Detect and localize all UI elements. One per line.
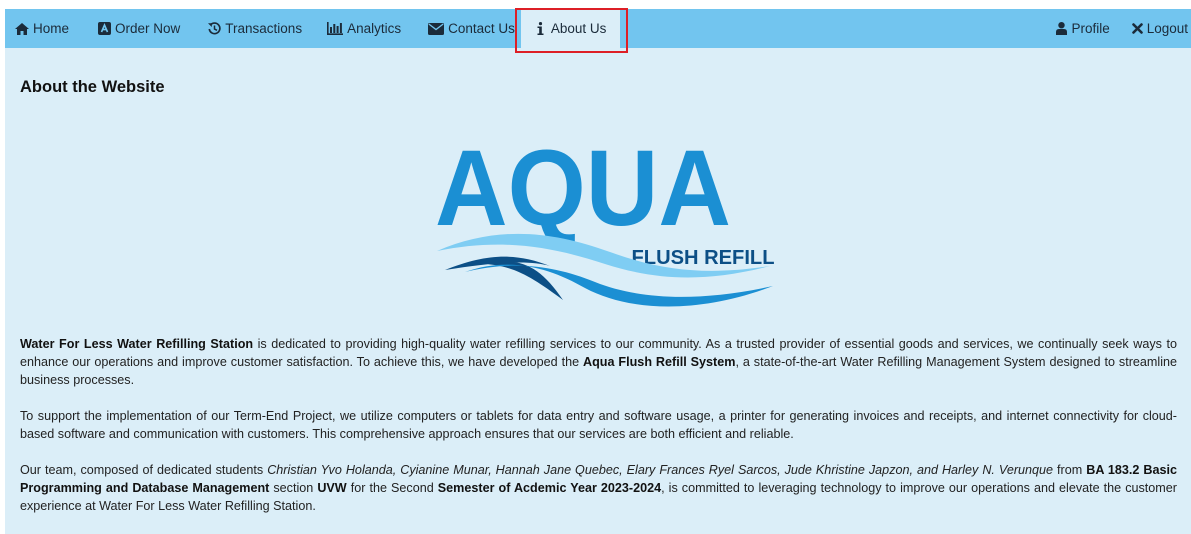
home-icon <box>15 22 29 35</box>
implementation-text: To support the implementation of our Ter… <box>20 409 1177 441</box>
nav-home-label: Home <box>33 21 70 36</box>
nav-transactions-label: Transactions <box>225 21 303 36</box>
nav-logout-label: Logout <box>1146 21 1188 36</box>
app-frame: Home Order Now Transactions Analytics Co… <box>5 8 1191 534</box>
nav-about-us-label: About Us <box>550 21 607 36</box>
nav-order-now-label: Order Now <box>115 21 181 36</box>
order-icon <box>98 22 112 35</box>
nav-contact-us[interactable]: Contact Us <box>428 9 515 48</box>
semester-name: Semester of Acdemic Year 2023-2024 <box>437 481 662 495</box>
nav-about-us[interactable]: About Us <box>520 9 621 48</box>
nav-profile[interactable]: Profile <box>1056 9 1110 48</box>
history-icon <box>208 22 221 35</box>
team-text-4: for the Second <box>346 481 438 495</box>
nav-right-group: Profile Logout <box>1056 9 1191 48</box>
nav-profile-label: Profile <box>1071 21 1110 36</box>
logo-wave-dark <box>445 256 563 300</box>
system-name: Aqua Flush Refill System <box>583 355 736 369</box>
envelope-icon <box>428 22 445 35</box>
nav-home[interactable]: Home <box>15 9 69 48</box>
nav-transactions[interactable]: Transactions <box>208 9 302 48</box>
team-text-2: from <box>1053 463 1087 477</box>
close-icon <box>1131 23 1143 34</box>
bar-chart-icon <box>327 22 344 35</box>
team-text-1: Our team, composed of dedicated students <box>20 463 268 477</box>
nav-logout[interactable]: Logout <box>1131 9 1188 48</box>
station-name: Water For Less Water Refilling Station <box>20 337 254 351</box>
nav-order-now[interactable]: Order Now <box>98 9 180 48</box>
page-title: About the Website <box>20 78 165 96</box>
team-names: Christian Yvo Holanda, Cyianine Munar, H… <box>267 463 1054 477</box>
navbar: Home Order Now Transactions Analytics Co… <box>5 8 1191 53</box>
nav-analytics[interactable]: Analytics <box>327 9 401 48</box>
paragraph-team: Our team, composed of dedicated students… <box>20 461 1177 515</box>
user-icon <box>1056 22 1068 35</box>
nav-analytics-label: Analytics <box>347 21 402 36</box>
paragraph-intro: Water For Less Water Refilling Station i… <box>20 335 1177 389</box>
paragraph-implementation: To support the implementation of our Ter… <box>20 407 1177 443</box>
info-icon <box>537 22 544 35</box>
aqua-logo: AQUA FLUSH REFILL <box>435 127 775 307</box>
section-name: UVW <box>317 481 347 495</box>
logo-main-text: AQUA <box>435 127 731 248</box>
nav-contact-us-label: Contact Us <box>448 21 515 36</box>
team-text-3: section <box>269 481 318 495</box>
